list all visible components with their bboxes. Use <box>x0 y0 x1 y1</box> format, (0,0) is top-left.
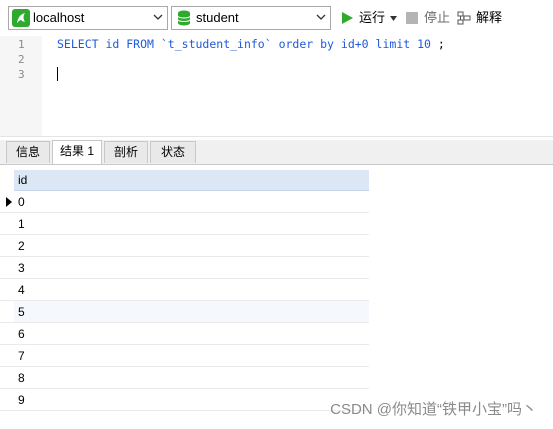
table-cell[interactable]: 4 <box>18 282 25 298</box>
table-cell-bg <box>14 301 369 322</box>
mysql-connection-icon <box>12 9 30 27</box>
database-label: student <box>196 10 239 25</box>
table-row[interactable]: 4 <box>0 279 369 301</box>
connection-select[interactable]: localhost <box>8 6 168 30</box>
run-dropdown-icon[interactable] <box>390 16 397 21</box>
explain-label: 解释 <box>476 10 503 25</box>
table-cell-bg <box>14 367 369 388</box>
run-button[interactable]: 运行 <box>340 8 400 28</box>
column-header-label: id <box>18 173 28 187</box>
sql-expression: id+ <box>333 37 362 51</box>
watermark-text: CSDN @你知道“铁甲小宝”吗丶 <box>330 401 537 418</box>
stop-icon <box>406 12 418 24</box>
table-row[interactable]: 1 <box>0 213 369 235</box>
table-cell[interactable]: 7 <box>18 348 25 364</box>
text-caret <box>57 67 58 81</box>
sql-keyword: order by <box>278 37 334 51</box>
stop-label: 停止 <box>424 10 451 25</box>
table-cell[interactable]: 3 <box>18 260 25 276</box>
line-number: 2 <box>18 53 25 66</box>
line-number: 1 <box>18 38 25 51</box>
connection-label: localhost <box>33 10 85 25</box>
table-cell-bg <box>14 389 369 410</box>
result-grid[interactable]: id 0 1 2 3 4 5 6 7 8 9 <box>0 165 553 429</box>
table-row[interactable]: 5 <box>0 301 369 323</box>
line-number-gutter: 1 2 3 <box>0 36 42 136</box>
table-cell[interactable]: 5 <box>18 304 25 320</box>
line-number: 3 <box>18 68 25 81</box>
chevron-down-icon <box>153 14 163 20</box>
sql-space <box>369 37 376 51</box>
sql-number: 0 <box>361 37 369 51</box>
toolbar: localhost student 运行 停止 解释 <box>0 0 553 36</box>
table-row[interactable]: 3 <box>0 257 369 279</box>
database-icon <box>177 10 191 26</box>
result-tabbar: 信息 结果 1 剖析 状态 <box>0 140 553 165</box>
table-cell-bg <box>14 257 369 278</box>
stop-button[interactable]: 停止 <box>405 8 455 28</box>
sql-terminator: ; <box>430 37 445 51</box>
current-row-marker-icon <box>6 197 12 207</box>
table-cell-bg <box>14 345 369 366</box>
table-row[interactable]: 6 <box>0 323 369 345</box>
tab-result-1[interactable]: 结果 1 <box>52 140 102 164</box>
table-row[interactable]: 2 <box>0 235 369 257</box>
table-cell[interactable]: 9 <box>18 392 25 408</box>
database-select[interactable]: student <box>171 6 331 30</box>
run-label: 运行 <box>359 10 386 25</box>
sql-keyword: FROM <box>126 37 154 51</box>
sql-identifier: id <box>98 37 127 51</box>
sql-number: 10 <box>417 37 431 51</box>
tab-status[interactable]: 状态 <box>150 141 196 163</box>
sql-editor[interactable]: 1 2 3 SELECT id FROM `t_student_info` or… <box>0 36 553 137</box>
table-cell-bg <box>14 279 369 300</box>
table-cell-bg <box>14 213 369 234</box>
result-rows: 0 1 2 3 4 5 6 7 8 9 <box>0 191 369 411</box>
tab-profile[interactable]: 剖析 <box>104 141 148 163</box>
column-header-id[interactable]: id <box>14 170 369 191</box>
explain-icon <box>457 11 471 25</box>
chevron-down-icon <box>316 14 326 20</box>
table-cell[interactable]: 1 <box>18 216 25 232</box>
sql-table-name: `t_student_info` <box>153 37 279 51</box>
sql-keyword: SELECT <box>57 37 99 51</box>
table-cell[interactable]: 8 <box>18 370 25 386</box>
table-row[interactable]: 9 <box>0 389 369 411</box>
sql-keyword: limit <box>375 37 411 51</box>
table-cell-bg <box>14 235 369 256</box>
sql-code-line[interactable]: SELECT id FROM `t_student_info` order by… <box>57 37 445 52</box>
tab-info[interactable]: 信息 <box>6 141 50 163</box>
table-row[interactable]: 0 <box>0 191 369 213</box>
explain-button[interactable]: 解释 <box>457 8 517 28</box>
play-icon <box>342 12 353 24</box>
table-row[interactable]: 7 <box>0 345 369 367</box>
table-cell-bg <box>14 323 369 344</box>
table-cell-bg <box>14 191 369 212</box>
table-cell[interactable]: 6 <box>18 326 25 342</box>
table-row[interactable]: 8 <box>0 367 369 389</box>
table-cell[interactable]: 2 <box>18 238 25 254</box>
table-cell[interactable]: 0 <box>18 194 25 210</box>
